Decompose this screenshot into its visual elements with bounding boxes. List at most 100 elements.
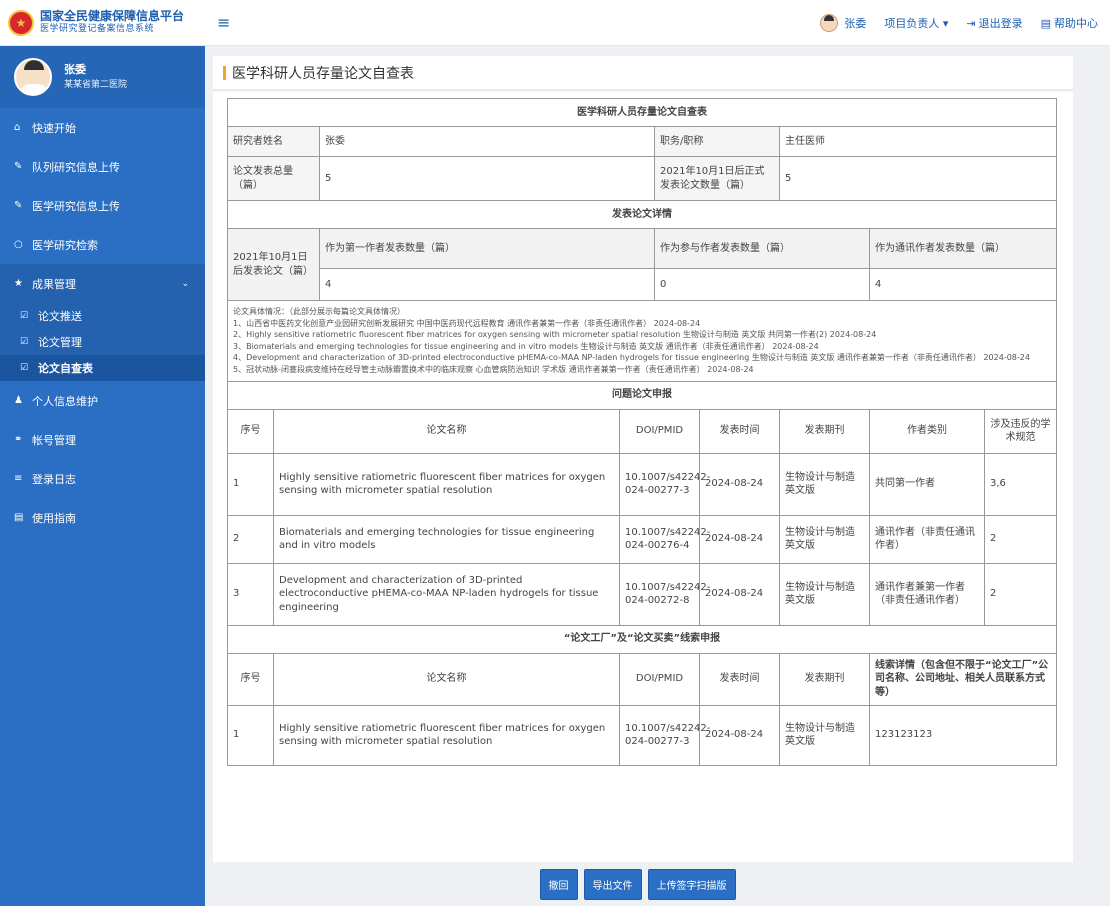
col-header: DOI/PMID [619, 408, 700, 454]
page-title: 医学科研人员存量论文自查表 [232, 65, 414, 82]
clue-section-title: “论文工厂”及“论文买卖”线索申报 [227, 624, 1057, 654]
avatar [14, 58, 52, 96]
sidebar-subitem-paper-push[interactable]: ☑ 论文推送 [0, 303, 205, 329]
researcher-label: 研究者姓名 [227, 126, 320, 157]
author-type: 通讯作者（非责任通讯作者） [869, 514, 985, 564]
users-icon: ⚭ [14, 434, 23, 445]
action-bar: 撤回 导出文件 上传签字扫描版 [205, 862, 1110, 906]
paper-name: Development and characterization of 3D-p… [273, 562, 620, 626]
researcher-value: 张委 [319, 126, 655, 157]
paper-doi: 10.1007/s42242-024-00272-8 [619, 562, 710, 626]
sidebar-item-cohort-upload[interactable]: ✎ 队列研究信息上传 [0, 147, 205, 186]
national-emblem-icon: ★ [8, 9, 34, 36]
chevron-down-icon: ⌄ [181, 278, 189, 289]
chevron-down-icon: ▾ [942, 16, 949, 30]
detail-line: 5、冠状动脉-闭塞段病变维持在经导管主动脉瓣置换术中的临床观察 心血管病防治知识… [233, 364, 754, 374]
clue-detail: 123123123 [869, 704, 1057, 766]
home-icon: ⌂ [14, 122, 21, 133]
author-type: 通讯作者兼第一作者（非责任通讯作者） [869, 562, 985, 626]
first-author-label: 作为第一作者发表数量（篇） [319, 228, 655, 269]
checkbox-icon: ☑ [20, 363, 29, 373]
sidebar-item-profile[interactable]: ♟ 个人信息维护 [0, 381, 205, 420]
logo-subtitle: 医学研究登记备案信息系统 [40, 24, 155, 35]
role-dropdown[interactable]: 项目负责人 ▾ [884, 15, 948, 31]
withdraw-button[interactable]: 撤回 [539, 868, 578, 900]
sidebar-subitem-paper-manage[interactable]: ☑ 论文管理 [0, 329, 205, 355]
detail-heading: 论文具体情况：（此部分展示每篇论文具体情况） [233, 307, 405, 316]
detail-line: 1、山西省中医药文化创意产业园研究创新发展研究 中国中医药现代远程教育 通讯作者… [233, 318, 701, 328]
participant-label: 作为参与作者发表数量（篇） [654, 228, 870, 269]
col-header: 发表时间 [699, 408, 780, 454]
checkbox-icon: ☑ [20, 311, 29, 321]
col-header: 发表期刊 [779, 408, 870, 454]
sidebar-subitem-self-check[interactable]: ☑ 论文自查表 [0, 355, 205, 381]
corresponding-value: 4 [869, 268, 1057, 301]
detail-line: 4、Development and characterization of 3D… [233, 353, 1030, 363]
book-icon: ▤ [14, 512, 24, 523]
first-author-value: 4 [319, 268, 655, 301]
violation-rule: 2 [984, 562, 1057, 626]
paper-date: 2024-08-24 [699, 452, 780, 516]
sidebar-item-research-search[interactable]: ○ 医学研究检索 [0, 225, 205, 264]
avatar [820, 13, 839, 32]
col-header: 发表时间 [699, 652, 780, 706]
violation-rule: 3,6 [984, 452, 1057, 516]
circle-icon: ○ [14, 239, 23, 250]
checkbox-icon: ☑ [20, 337, 29, 347]
after-value: 5 [779, 156, 1057, 201]
sidebar-item-research-upload[interactable]: ✎ 医学研究信息上传 [0, 186, 205, 225]
book-icon: ▤ [1040, 16, 1051, 30]
total-label: 论文发表总量（篇） [227, 156, 320, 201]
row-no: 1 [227, 704, 274, 766]
export-button[interactable]: 导出文件 [583, 868, 642, 900]
paper-doi: 10.1007/s42242-024-00277-3 [619, 452, 710, 516]
paper-journal: 生物设计与制造 英文版 [779, 514, 870, 564]
paper-journal: 生物设计与制造 英文版 [779, 452, 870, 516]
paper-detail-list: 论文具体情况：（此部分展示每篇论文具体情况） 1、山西省中医药文化创意产业园研究… [227, 300, 1057, 382]
form-content[interactable]: 医学科研人员存量论文自查表 研究者姓名 张委 职务/职称 主任医师 论文发表总量… [213, 92, 1073, 868]
paper-journal: 生物设计与制造 英文版 [779, 562, 870, 626]
pencil-icon: ✎ [14, 200, 23, 211]
violation-rule: 2 [984, 514, 1057, 564]
logo-title: 国家全民健康保障信息平台 [40, 9, 185, 24]
profile-org: 某某省第二医院 [64, 79, 128, 90]
profile-name: 张委 [64, 63, 86, 76]
main-area: 医学科研人员存量论文自查表 医学科研人员存量论文自查表 研究者姓名 张委 职务/… [205, 46, 1110, 906]
sidebar-item-account[interactable]: ⚭ 帐号管理 [0, 420, 205, 459]
self-check-table: 医学科研人员存量论文自查表 研究者姓名 张委 职务/职称 主任医师 论文发表总量… [227, 98, 1057, 766]
col-header: 作者类别 [869, 408, 985, 454]
table-row: 2 Biomaterials and emerging technologies… [227, 514, 1057, 564]
sidebar-item-results[interactable]: ★ 成果管理 ⌄ [0, 264, 205, 303]
participant-value: 0 [654, 268, 870, 301]
paper-date: 2024-08-24 [699, 562, 780, 626]
menu-toggle-icon[interactable]: ≡ [217, 13, 230, 32]
logout-link[interactable]: ⇥ 退出登录 [966, 15, 1022, 31]
col-header: 论文名称 [273, 408, 620, 454]
header-user[interactable]: 张委 [820, 13, 866, 32]
author-type: 共同第一作者 [869, 452, 985, 516]
since-label: 2021年10月1日后发表论文（篇） [227, 228, 320, 301]
position-label: 职务/职称 [654, 126, 780, 157]
paper-journal: 生物设计与制造 英文版 [779, 704, 870, 766]
col-header: 序号 [227, 408, 274, 454]
paper-date: 2024-08-24 [699, 514, 780, 564]
help-link[interactable]: ▤ 帮助中心 [1041, 15, 1098, 31]
upload-scan-button[interactable]: 上传签字扫描版 [647, 868, 736, 900]
sidebar-item-quick-start[interactable]: ⌂ 快速开始 [0, 108, 205, 147]
page-header: 医学科研人员存量论文自查表 [213, 56, 1073, 90]
details-section-title: 发表论文详情 [227, 200, 1057, 229]
col-header: 论文名称 [273, 652, 620, 706]
paper-name: Highly sensitive ratiometric fluorescent… [273, 452, 620, 516]
col-header: 序号 [227, 652, 274, 706]
detail-line: 2、Highly sensitive ratiometric fluoresce… [233, 330, 877, 340]
sidebar-item-login-log[interactable]: ≡ 登录日志 [0, 459, 205, 498]
sidebar-item-guide[interactable]: ▤ 使用指南 [0, 498, 205, 537]
row-no: 1 [227, 452, 274, 516]
paper-date: 2024-08-24 [699, 704, 780, 766]
logo-area: ★ 国家全民健康保障信息平台 医学研究登记备案信息系统 [0, 0, 205, 46]
detail-line: 3、Biomaterials and emerging technologies… [233, 341, 819, 351]
form-main-title: 医学科研人员存量论文自查表 [227, 98, 1057, 127]
sidebar: 张委 某某省第二医院 ⌂ 快速开始 ✎ 队列研究信息上传 ✎ 医学研究信息上传 ○ 医学… [0, 46, 205, 906]
user-icon: ♟ [14, 395, 23, 406]
table-row: 3 Development and characterization of 3D… [227, 562, 1057, 626]
